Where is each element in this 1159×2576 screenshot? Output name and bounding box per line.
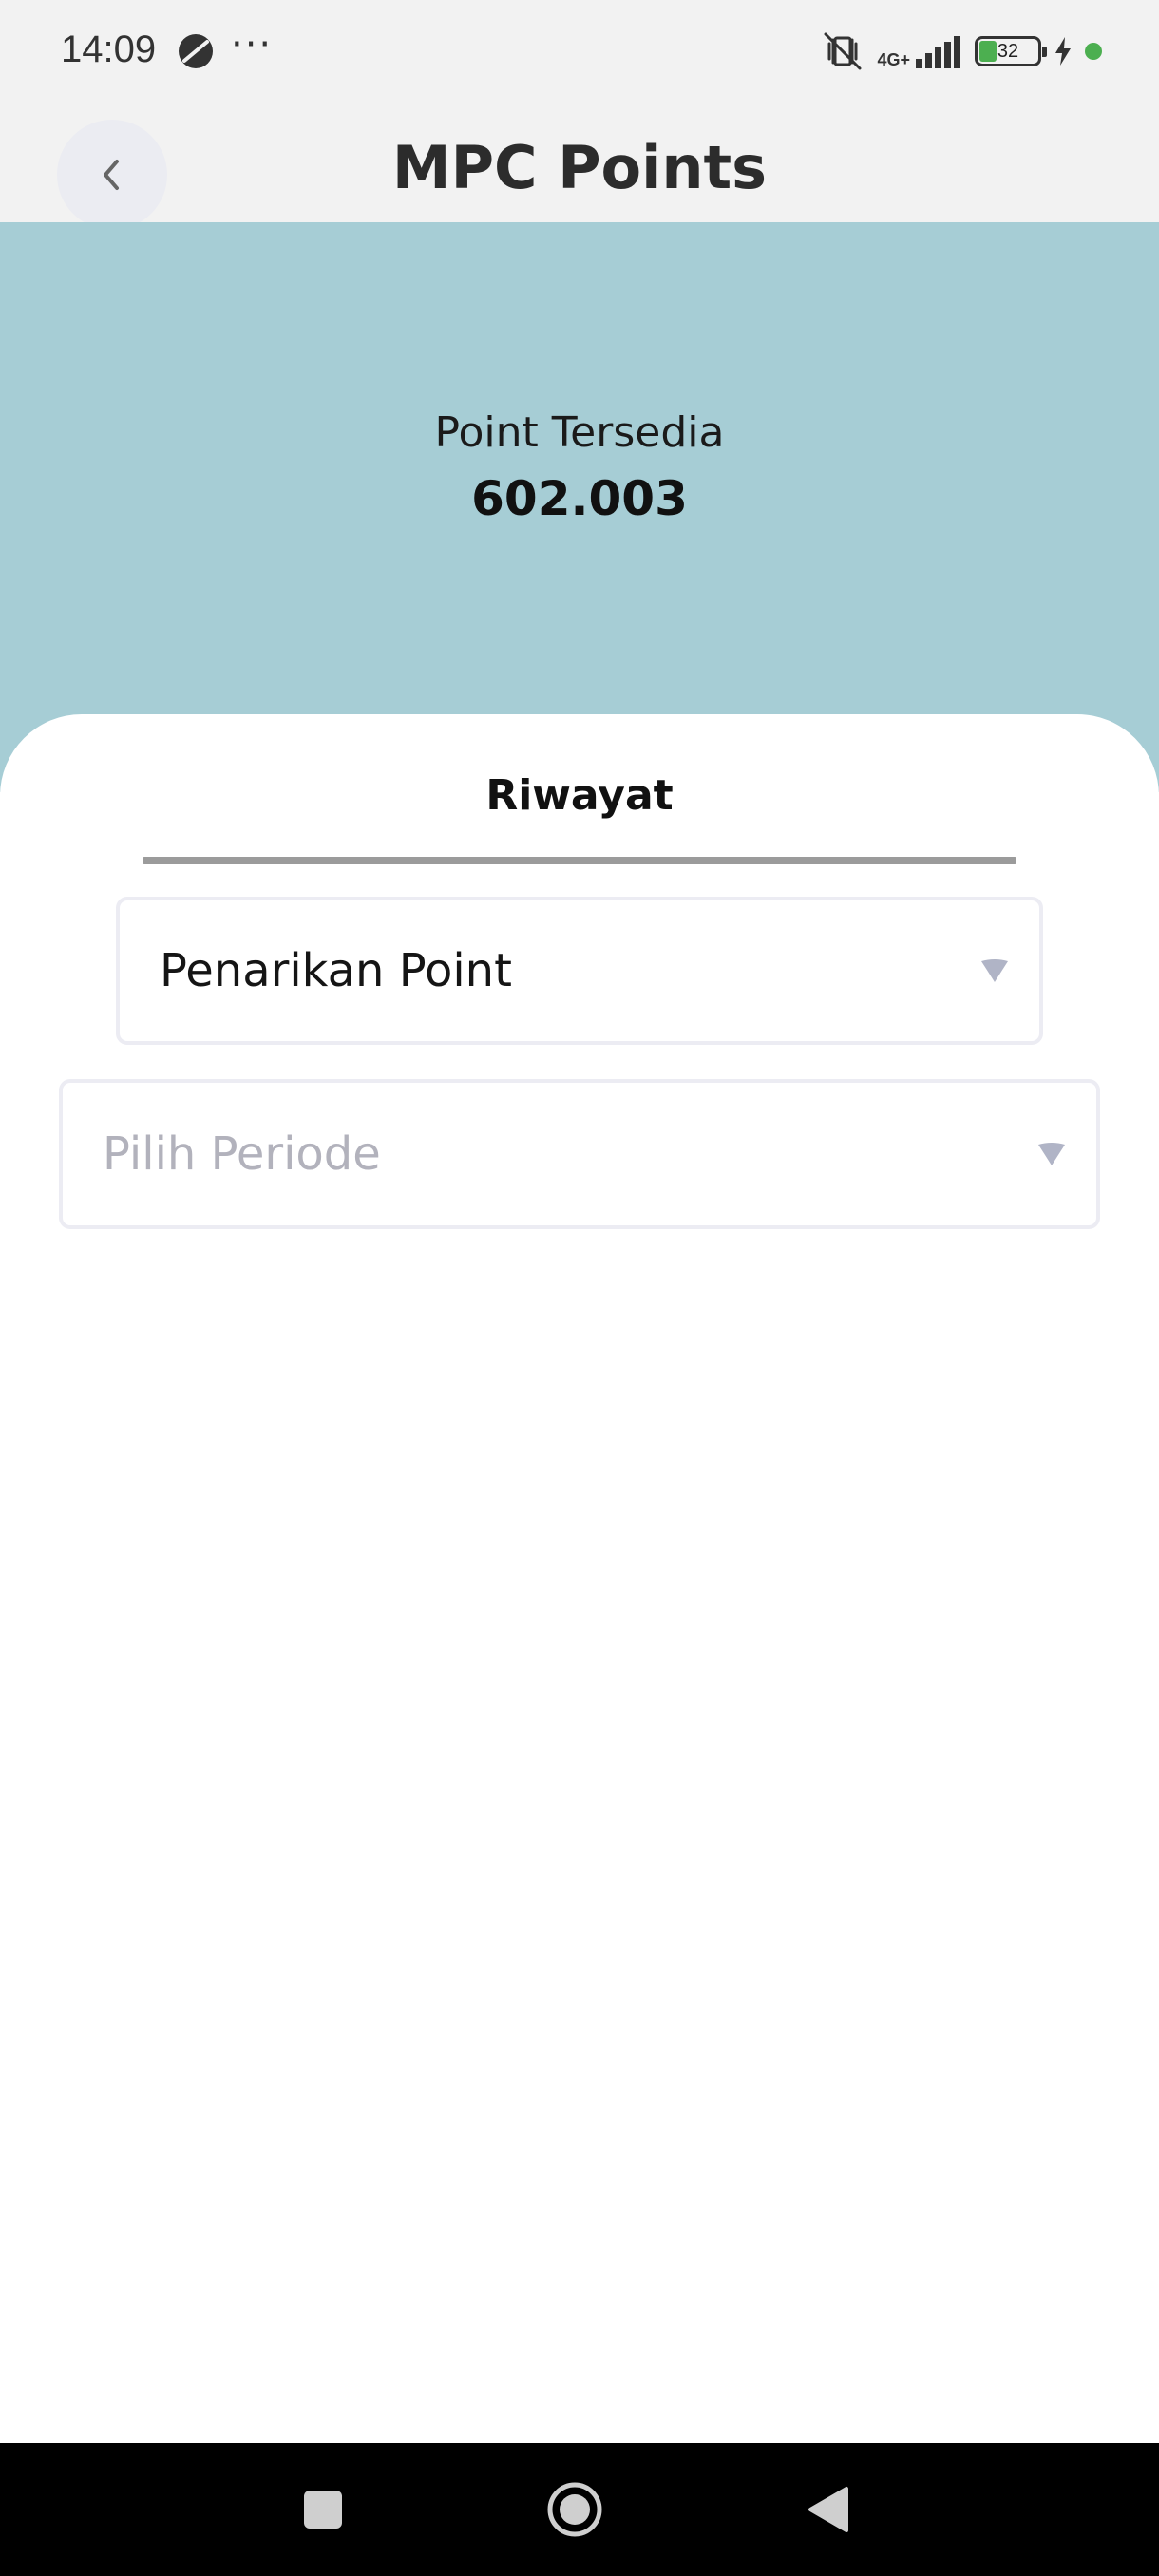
period-placeholder: Pilih Periode [103, 1127, 381, 1181]
system-nav-bar [0, 2443, 1159, 2576]
period-select[interactable]: Pilih Periode [59, 1079, 1100, 1229]
transaction-type-select[interactable]: Penarikan Point [116, 897, 1043, 1045]
square-icon [304, 2491, 342, 2529]
battery-icon: 32 [975, 36, 1047, 66]
tab-indicator [142, 857, 1016, 864]
app-header: MPC Points [0, 104, 1159, 230]
signal-group: 4G+ [877, 34, 963, 68]
status-time: 14:09 [61, 28, 157, 70]
home-circle-icon [547, 2482, 602, 2537]
home-button[interactable] [546, 2481, 603, 2538]
status-bar: 14:09 ··· 4G+ 32 [0, 0, 1159, 104]
battery-percent: 32 [997, 41, 1019, 62]
points-value: 602.003 [471, 471, 688, 526]
transaction-type-value: Penarikan Point [160, 944, 512, 997]
content-card: Riwayat Penarikan Point Pilih Periode [0, 714, 1159, 2443]
recents-button[interactable] [294, 2481, 352, 2538]
page-title: MPC Points [391, 133, 768, 202]
signal-icon [916, 36, 960, 68]
triangle-back-icon [808, 2487, 848, 2532]
charging-icon [1055, 37, 1071, 66]
silent-icon [824, 32, 862, 70]
status-more-icon: ··· [231, 23, 274, 66]
app-icon [179, 34, 213, 68]
status-icons: 4G+ 32 [820, 28, 1102, 74]
tab-riwayat[interactable]: Riwayat [142, 771, 1016, 820]
caret-down-icon [981, 959, 1008, 982]
points-label: Point Tersedia [434, 408, 725, 457]
network-type: 4G+ [877, 50, 910, 69]
caret-down-icon [1038, 1143, 1065, 1165]
back-nav-button[interactable] [800, 2481, 857, 2538]
indicator-dot [1085, 43, 1102, 60]
points-banner: Point Tersedia 602.003 [0, 222, 1159, 792]
